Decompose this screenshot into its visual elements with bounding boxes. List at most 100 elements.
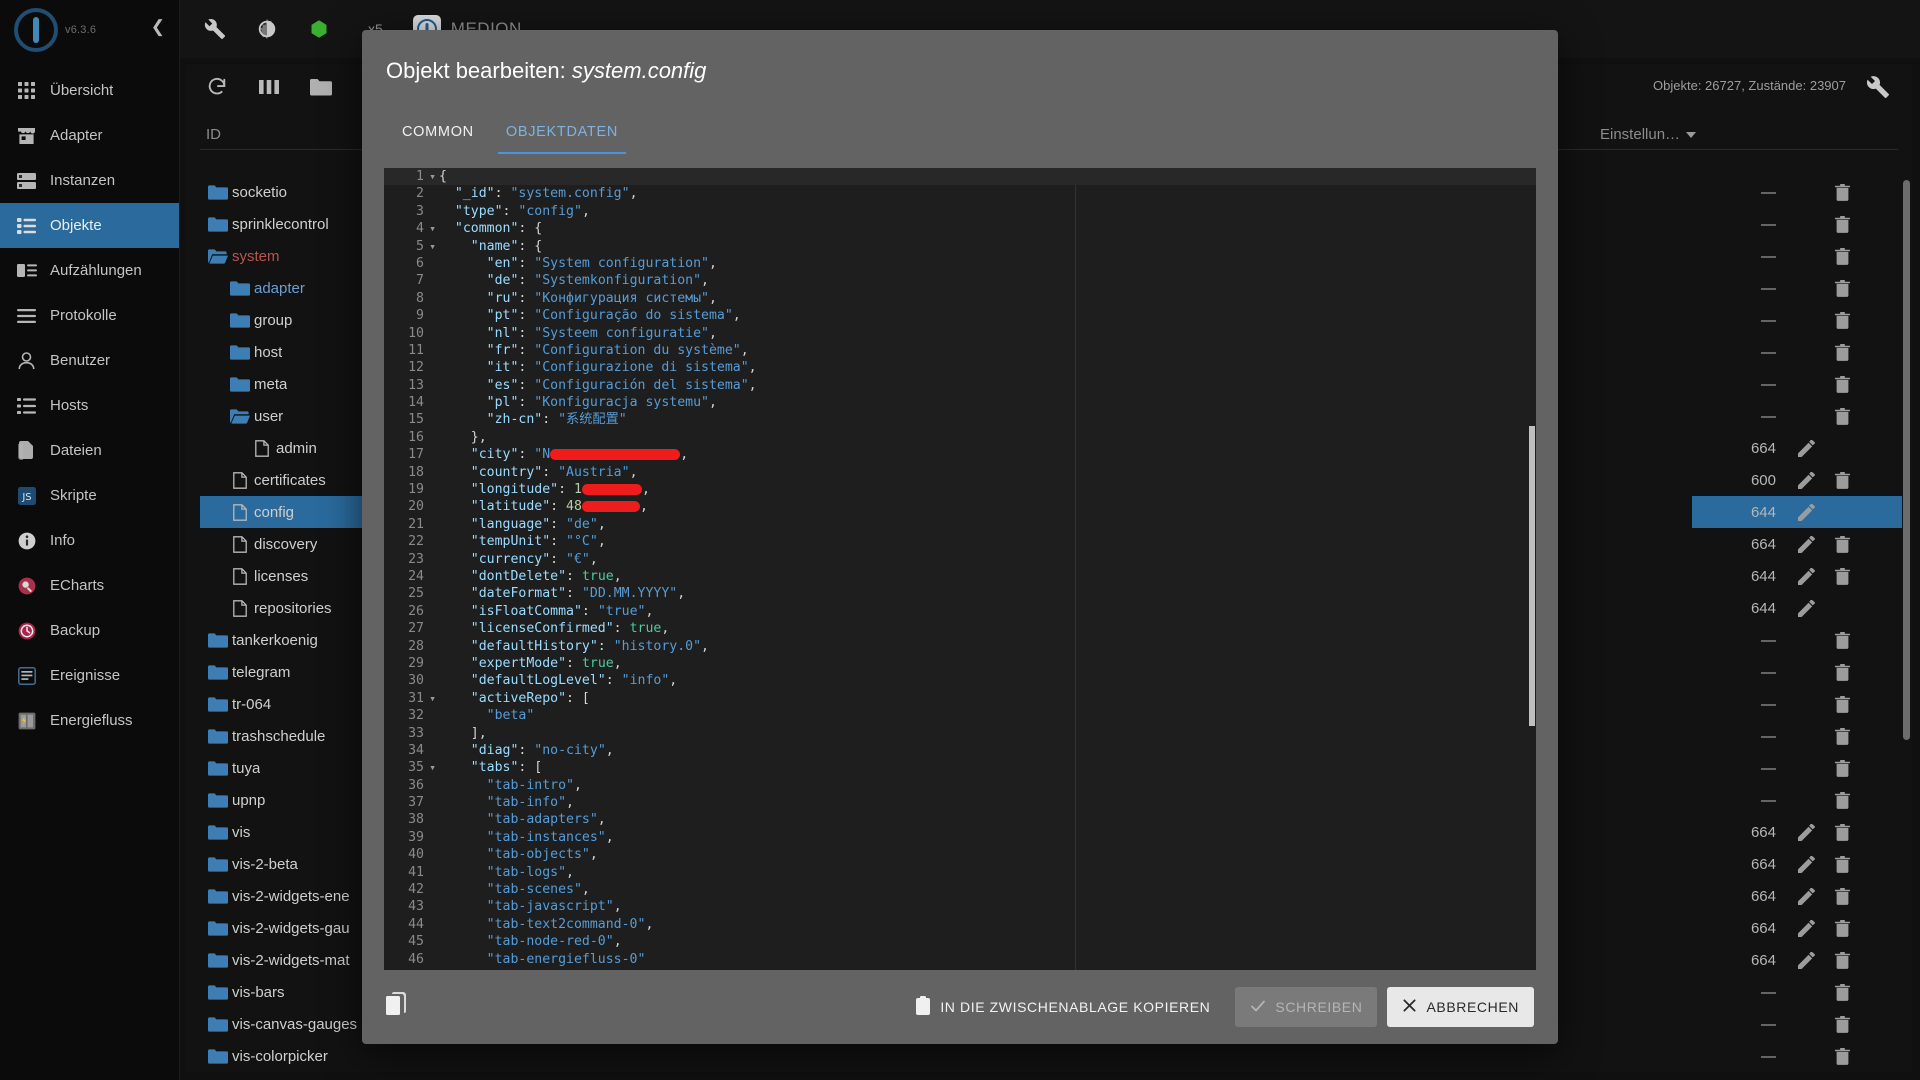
delete-trash-icon[interactable]	[1824, 407, 1860, 425]
fold-toggle-icon[interactable]: ▾	[426, 220, 439, 237]
delete-trash-icon[interactable]	[1824, 375, 1860, 393]
edit-pencil-icon[interactable]	[1788, 503, 1824, 521]
delete-trash-icon[interactable]	[1824, 695, 1860, 713]
table-row[interactable]: —	[1692, 208, 1902, 240]
table-row[interactable]: 664	[1692, 528, 1902, 560]
edit-pencil-icon[interactable]	[1788, 599, 1824, 617]
sidebar-item-objekte[interactable]: Objekte	[0, 203, 179, 248]
table-row[interactable]: 664	[1692, 944, 1902, 976]
fold-toggle-icon[interactable]: ▾	[426, 238, 439, 255]
editor-scrollbar[interactable]	[1529, 426, 1535, 726]
sidebar-item-adapter[interactable]: Adapter	[0, 113, 179, 158]
table-row[interactable]: —	[1692, 240, 1902, 272]
tab-common[interactable]: COMMON	[386, 110, 490, 154]
table-row[interactable]: —	[1692, 752, 1902, 784]
sidebar-item-info[interactable]: Info	[0, 518, 179, 563]
delete-trash-icon[interactable]	[1824, 567, 1860, 585]
chevron-left-icon[interactable]: ❮	[151, 18, 165, 35]
cancel-button[interactable]: ABBRECHEN	[1387, 987, 1534, 1027]
sidebar-item-ereignisse[interactable]: Ereignisse	[0, 653, 179, 698]
delete-trash-icon[interactable]	[1824, 535, 1860, 553]
sidebar-item-echarts[interactable]: ECharts	[0, 563, 179, 608]
sidebar-item-benutzer[interactable]: Benutzer	[0, 338, 179, 383]
delete-trash-icon[interactable]	[1824, 1015, 1860, 1033]
table-row[interactable]: —	[1692, 176, 1902, 208]
edit-pencil-icon[interactable]	[1788, 919, 1824, 937]
edit-pencil-icon[interactable]	[1788, 855, 1824, 873]
table-row[interactable]: 664	[1692, 816, 1902, 848]
node-green-icon[interactable]	[306, 16, 332, 42]
table-row[interactable]: —	[1692, 688, 1902, 720]
edit-pencil-icon[interactable]	[1788, 951, 1824, 969]
table-row[interactable]: 644	[1692, 592, 1902, 624]
delete-trash-icon[interactable]	[1824, 247, 1860, 265]
table-row[interactable]: —	[1692, 976, 1902, 1008]
delete-trash-icon[interactable]	[1824, 791, 1860, 809]
table-row[interactable]: 664	[1692, 848, 1902, 880]
tab-objektdaten[interactable]: OBJEKTDATEN	[490, 110, 634, 154]
columns-icon[interactable]	[256, 74, 282, 100]
delete-trash-icon[interactable]	[1824, 663, 1860, 681]
json-editor[interactable]: 1 ▾{2 "_id": "system.config", 3 "type": "c…	[384, 168, 1536, 970]
delete-trash-icon[interactable]	[1824, 823, 1860, 841]
delete-trash-icon[interactable]	[1824, 727, 1860, 745]
table-row[interactable]: —	[1692, 1040, 1902, 1072]
dark-mode-icon[interactable]	[254, 16, 280, 42]
objects-settings-icon[interactable]	[1866, 75, 1890, 104]
table-row[interactable]: —	[1692, 304, 1902, 336]
wrench-icon[interactable]	[202, 16, 228, 42]
table-row[interactable]: 644	[1692, 560, 1902, 592]
sidebar-item-energiefluss[interactable]: Energiefluss	[0, 698, 179, 743]
sidebar-item-hosts[interactable]: Hosts	[0, 383, 179, 428]
table-row[interactable]: —	[1692, 368, 1902, 400]
delete-trash-icon[interactable]	[1824, 1047, 1860, 1065]
edit-pencil-icon[interactable]	[1788, 471, 1824, 489]
table-row[interactable]: —	[1692, 784, 1902, 816]
sidebar-item-dateien[interactable]: Dateien	[0, 428, 179, 473]
delete-trash-icon[interactable]	[1824, 887, 1860, 905]
fold-toggle-icon[interactable]: ▾	[426, 168, 439, 185]
delete-trash-icon[interactable]	[1824, 311, 1860, 329]
table-row[interactable]: —	[1692, 720, 1902, 752]
delete-trash-icon[interactable]	[1824, 471, 1860, 489]
objects-scrollbar[interactable]	[1903, 180, 1910, 740]
sidebar-item-protokolle[interactable]: Protokolle	[0, 293, 179, 338]
table-row[interactable]: —	[1692, 1008, 1902, 1040]
copy-to-clipboard-button[interactable]: IN DIE ZWISCHENABLAGE KOPIEREN	[900, 987, 1225, 1027]
table-row[interactable]: —	[1692, 272, 1902, 304]
copy-icon[interactable]	[386, 991, 410, 1023]
edit-pencil-icon[interactable]	[1788, 823, 1824, 841]
refresh-icon[interactable]	[204, 74, 230, 100]
table-row[interactable]: —	[1692, 400, 1902, 432]
table-row[interactable]: 644	[1692, 496, 1902, 528]
delete-trash-icon[interactable]	[1824, 919, 1860, 937]
delete-trash-icon[interactable]	[1824, 343, 1860, 361]
sidebar-item-instanzen[interactable]: Instanzen	[0, 158, 179, 203]
edit-pencil-icon[interactable]	[1788, 535, 1824, 553]
delete-trash-icon[interactable]	[1824, 215, 1860, 233]
edit-pencil-icon[interactable]	[1788, 887, 1824, 905]
sidebar-item-backup[interactable]: Backup	[0, 608, 179, 653]
delete-trash-icon[interactable]	[1824, 183, 1860, 201]
sidebar-item--bersicht[interactable]: Übersicht	[0, 68, 179, 113]
table-row[interactable]: 664	[1692, 432, 1902, 464]
fold-toggle-icon[interactable]: ▾	[426, 690, 439, 707]
edit-pencil-icon[interactable]	[1788, 439, 1824, 457]
table-row[interactable]: —	[1692, 336, 1902, 368]
delete-trash-icon[interactable]	[1824, 279, 1860, 297]
sidebar-item-aufz-hlungen[interactable]: Aufzählungen	[0, 248, 179, 293]
delete-trash-icon[interactable]	[1824, 951, 1860, 969]
chevron-down-icon[interactable]	[1686, 131, 1697, 138]
table-row[interactable]: —	[1692, 656, 1902, 688]
delete-trash-icon[interactable]	[1824, 855, 1860, 873]
table-row[interactable]: —	[1692, 624, 1902, 656]
table-row[interactable]: 664	[1692, 880, 1902, 912]
delete-trash-icon[interactable]	[1824, 983, 1860, 1001]
tree-item-vis-colorpicker[interactable]: vis-colorpicker	[200, 1040, 700, 1072]
delete-trash-icon[interactable]	[1824, 759, 1860, 777]
table-row[interactable]: 664	[1692, 912, 1902, 944]
fold-toggle-icon[interactable]: ▾	[426, 759, 439, 776]
edit-pencil-icon[interactable]	[1788, 567, 1824, 585]
sidebar-item-skripte[interactable]: JS Skripte	[0, 473, 179, 518]
delete-trash-icon[interactable]	[1824, 631, 1860, 649]
